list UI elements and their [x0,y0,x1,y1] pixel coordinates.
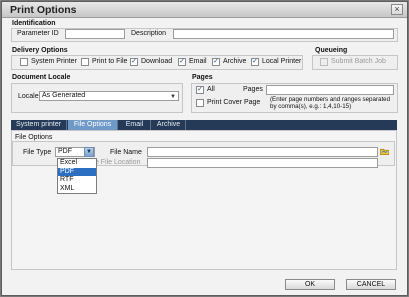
ok-button[interactable]: OK [285,279,335,290]
queueing-heading: Queueing [315,47,348,54]
locale-label: Locale [18,93,39,100]
tab-file-options[interactable]: File Options [68,120,118,130]
identification-heading: Identification [12,20,56,27]
archive-checkbox[interactable]: ✓ [212,58,220,66]
file-type-option-excel[interactable]: Excel [58,159,96,168]
tab-email[interactable]: Email [119,120,151,130]
email-checkbox[interactable]: ✓ [178,58,186,66]
print-options-dialog: Print Options × Identification Parameter… [1,1,408,296]
browse-folder-icon[interactable] [380,147,389,156]
email-label: Email [189,58,207,65]
download-label: Download [141,58,173,65]
file-type-option-rtf[interactable]: RTF [58,176,96,185]
file-name-label: File Name [110,149,142,156]
remote-file-location-label: te File Location [93,159,141,166]
chevron-down-icon: ▼ [170,94,176,100]
locale-select-value: As Generated [42,92,86,99]
file-type-dropdown-list: Excel PDF RTF XML [57,158,97,194]
system-printer-checkbox[interactable] [20,58,28,66]
file-type-dropdown-arrow-icon[interactable]: ▼ [84,147,94,157]
parameter-id-label: Parameter ID [17,30,59,37]
file-type-label: File Type [23,149,52,156]
local-printer-checkbox[interactable]: ✓ [251,58,259,66]
system-printer-label: System Printer [31,58,77,65]
pages-heading: Pages [192,74,213,81]
description-input[interactable] [173,29,394,39]
pages-input[interactable] [266,85,394,95]
local-printer-label: Local Printer [262,58,302,65]
submit-batch-label: Submit Batch Job [331,58,386,65]
close-button[interactable]: × [391,4,403,15]
pages-label: Pages [243,86,263,93]
document-locale-heading: Document Locale [12,74,71,81]
file-name-input[interactable] [147,147,378,157]
file-options-heading: File Options [15,134,53,141]
archive-label: Archive [223,58,247,65]
file-type-option-xml[interactable]: XML [58,185,96,194]
remote-file-location-input[interactable] [147,158,378,168]
all-pages-label: All [207,86,215,93]
pages-hint: (Enter page numbers and ranges separated… [270,96,391,111]
description-label: Description [131,30,167,37]
delivery-options-heading: Delivery Options [12,47,68,54]
print-to-file-label: Print to File [92,58,128,65]
locale-select[interactable]: As Generated ▼ [39,91,179,101]
parameter-id-input[interactable] [65,29,125,39]
tab-system-printer[interactable]: System printer [11,120,67,130]
print-to-file-checkbox[interactable] [81,58,89,66]
download-checkbox[interactable]: ✓ [130,58,138,66]
print-cover-page-label: Print Cover Page [207,99,261,106]
cancel-button[interactable]: CANCEL [346,279,396,290]
file-type-option-pdf[interactable]: PDF [58,167,96,176]
tab-archive[interactable]: Archive [152,120,186,130]
dialog-title: Print Options [10,4,77,16]
file-type-value: PDF [58,148,72,155]
tab-bar: System printer File Options Email Archiv… [11,120,397,130]
print-cover-page-checkbox[interactable] [196,99,204,107]
title-bar[interactable]: Print Options × [2,2,407,18]
submit-batch-checkbox[interactable] [320,58,328,66]
all-pages-checkbox[interactable]: ✓ [196,86,204,94]
